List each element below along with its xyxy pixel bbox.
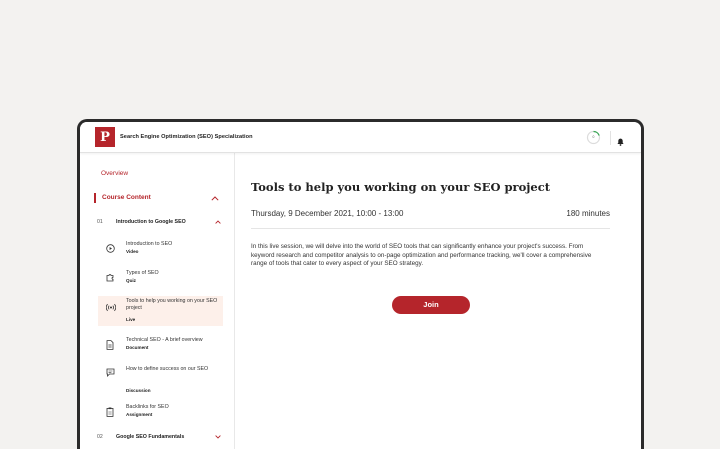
lesson-title: Backlinks for SEO <box>126 404 169 410</box>
app-title: Search Engine Optimization (SEO) Special… <box>120 134 253 140</box>
document-icon <box>106 340 114 350</box>
course-content-header[interactable]: Course Content <box>94 193 220 203</box>
top-bar: P Search Engine Optimization (SEO) Speci… <box>80 122 641 153</box>
lesson-type: Discussion <box>126 388 151 393</box>
session-duration: 180 minutes <box>566 209 610 218</box>
join-button[interactable]: Join <box>392 296 470 314</box>
brand-logo[interactable]: P <box>95 127 115 147</box>
chevron-up-icon <box>215 220 221 224</box>
session-date: Thursday, 9 December 2021, 10:00 - 13:00 <box>251 209 404 218</box>
module-item-01[interactable]: 01 Introduction to Google SEO <box>94 217 222 227</box>
module-number: 02 <box>97 434 103 440</box>
module-title: Google SEO Fundamentals <box>116 434 185 440</box>
app-screen: P Search Engine Optimization (SEO) Speci… <box>80 122 641 449</box>
lesson-type: Quiz <box>126 278 136 283</box>
chevron-up-icon <box>211 196 219 201</box>
lesson-item[interactable]: Types of SEO Quiz <box>98 268 223 294</box>
progress-ring[interactable]: 0 <box>586 130 601 145</box>
module-title: Introduction to Google SEO <box>116 219 186 225</box>
lesson-title: Types of SEO <box>126 270 159 276</box>
lesson-heading: Tools to help you working on your SEO pr… <box>251 180 551 194</box>
puzzle-icon <box>106 274 114 282</box>
lesson-type: Live <box>126 317 136 322</box>
lesson-type: Video <box>126 249 139 254</box>
lesson-title: Technical SEO - A brief overview <box>126 337 203 343</box>
broadcast-icon <box>106 303 116 312</box>
lesson-type: Assignment <box>126 412 153 417</box>
lesson-content: Tools to help you working on your SEO pr… <box>235 153 641 449</box>
lesson-item-active[interactable]: Tools to help you working on your SEO pr… <box>98 296 223 326</box>
module-number: 01 <box>97 219 103 225</box>
session-meta: Thursday, 9 December 2021, 10:00 - 13:00… <box>251 209 610 229</box>
play-circle-icon <box>106 244 115 253</box>
lesson-type: Document <box>126 345 149 350</box>
module-item-02[interactable]: 02 Google SEO Fundamentals <box>94 432 222 442</box>
bell-icon <box>617 138 624 146</box>
lesson-title: Introduction to SEO <box>126 241 173 247</box>
lesson-title: Tools to help you working on your SEO pr… <box>126 298 218 311</box>
course-sidebar: Overview Course Content 01 Introduction … <box>80 153 235 449</box>
chat-icon <box>106 368 115 377</box>
lesson-item[interactable]: Technical SEO - A brief overview Documen… <box>98 335 223 361</box>
lesson-title: How to define success on our SEO <box>126 366 209 372</box>
course-content-label: Course Content <box>102 194 151 201</box>
clipboard-icon <box>106 407 114 417</box>
lesson-item[interactable]: Introduction to SEO Video <box>98 239 223 265</box>
device-frame: P Search Engine Optimization (SEO) Speci… <box>77 119 644 449</box>
lesson-item[interactable]: Backlinks for SEO Assignment <box>98 402 223 428</box>
session-description: In this live session, we will delve into… <box>251 243 592 268</box>
notification-button[interactable] <box>617 133 624 151</box>
progress-text: 0 <box>592 135 595 139</box>
chevron-down-icon <box>215 435 221 439</box>
divider <box>610 131 611 145</box>
lesson-item[interactable]: How to define success on our SEO Discuss… <box>98 364 223 398</box>
overview-link[interactable]: Overview <box>101 170 128 177</box>
